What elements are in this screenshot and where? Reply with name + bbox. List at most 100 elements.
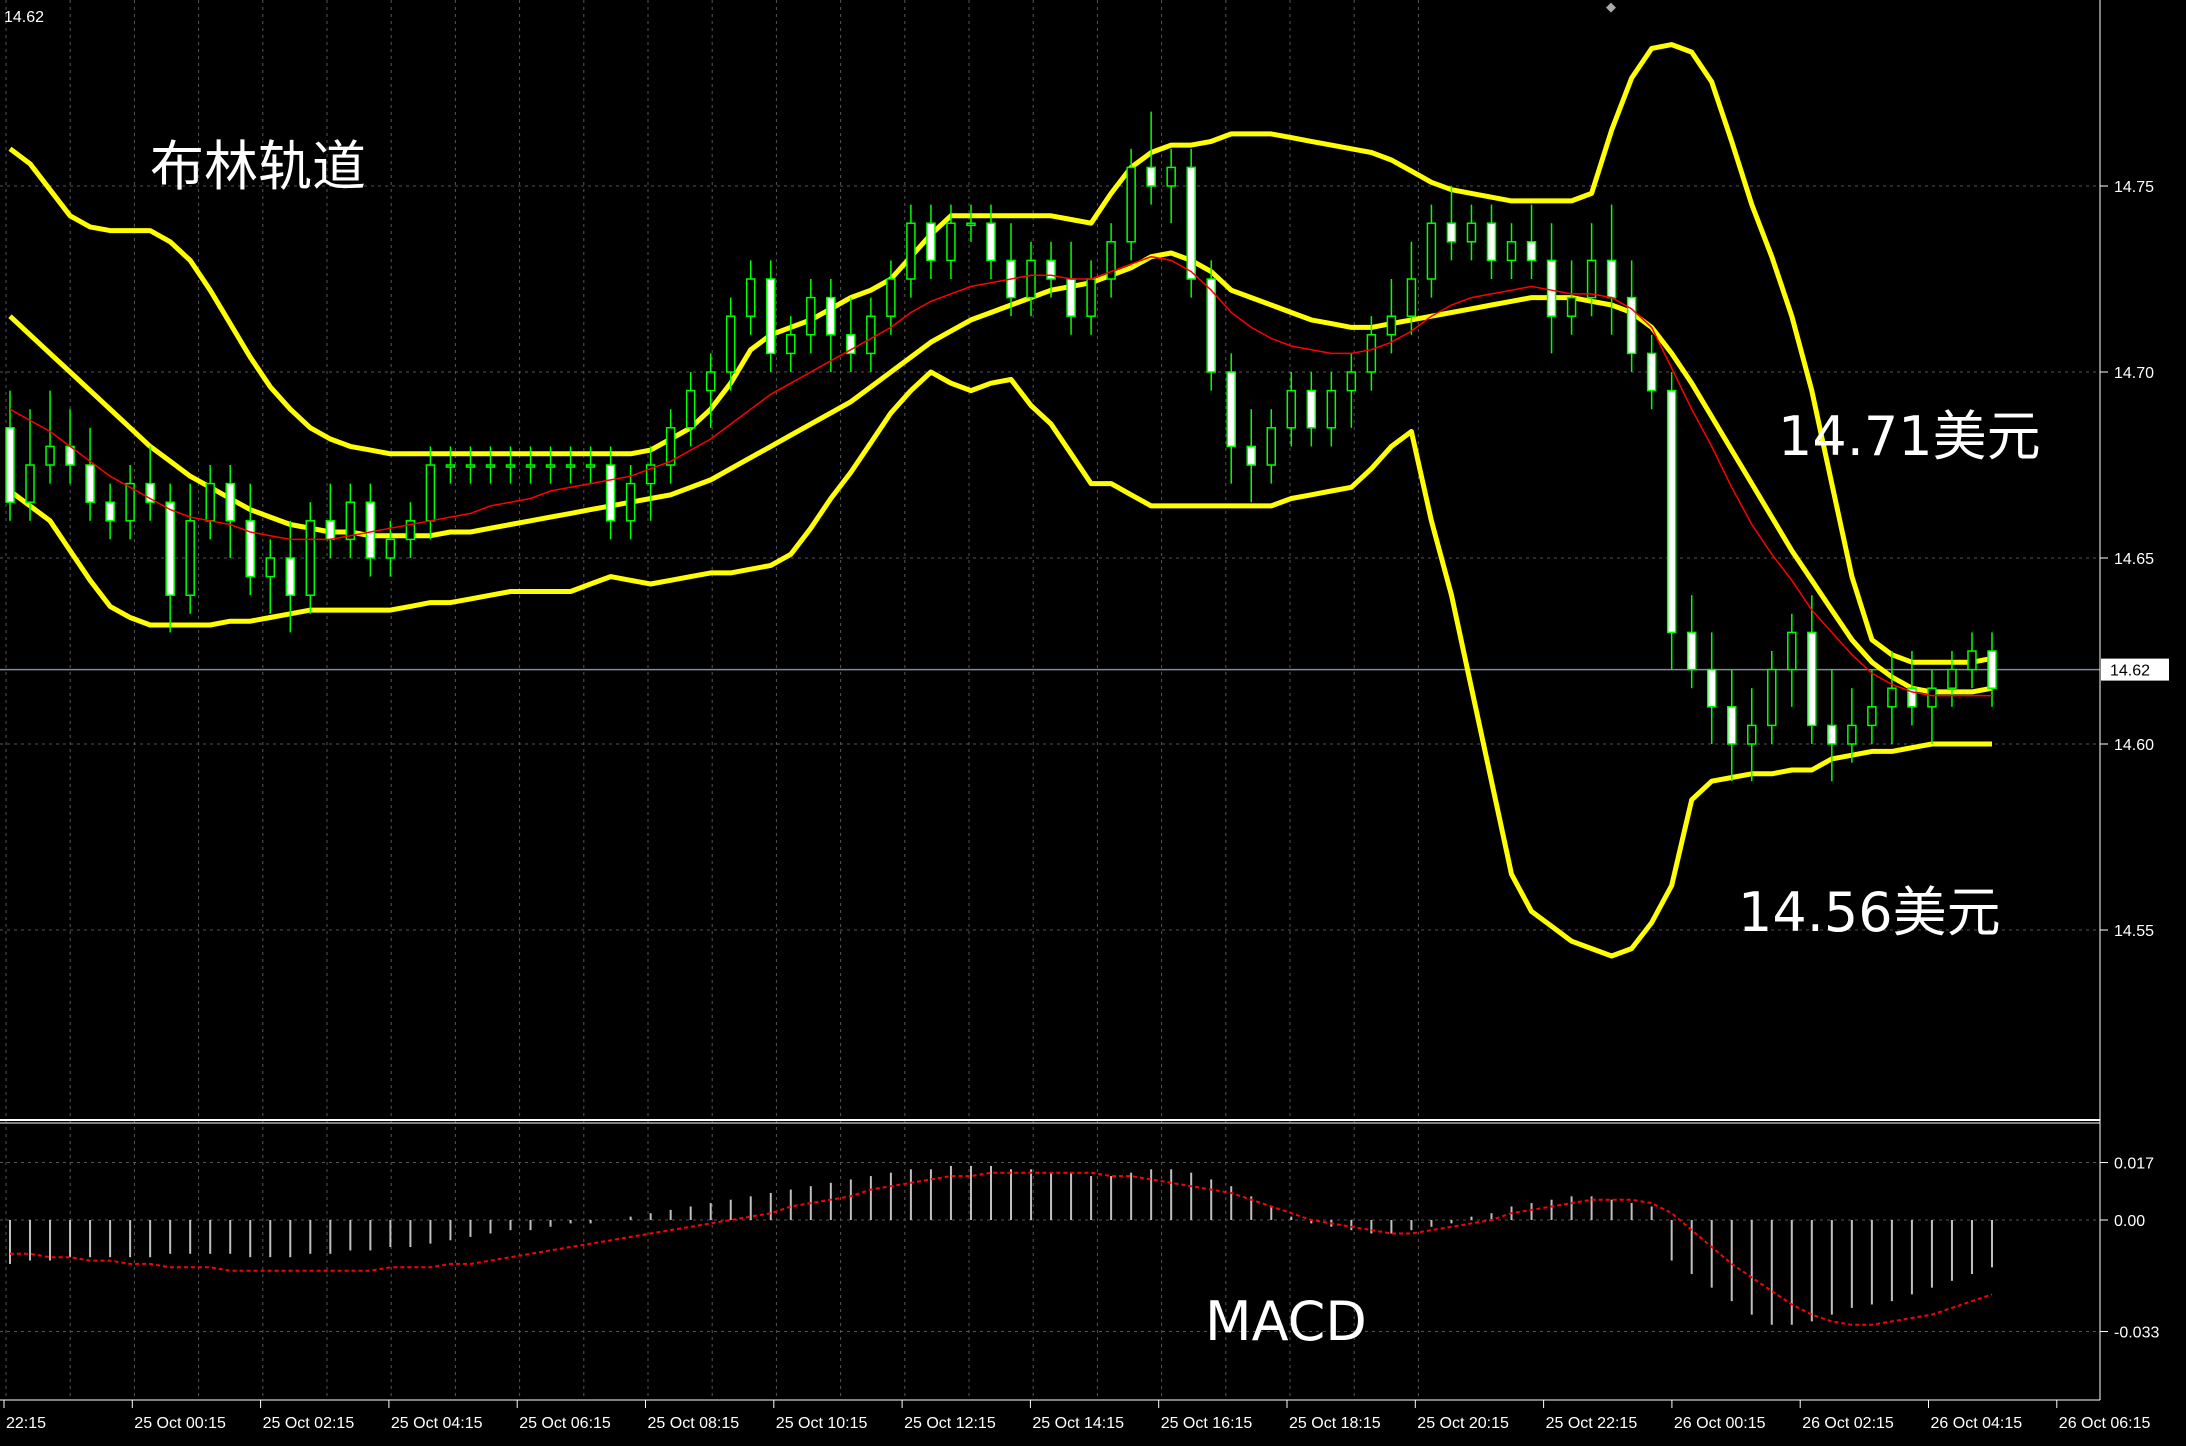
candle-body [245, 520, 255, 578]
candle-body [1626, 296, 1637, 355]
candle-body [325, 520, 336, 541]
x-tick-label: 25 Oct 18:15 [1289, 1415, 1381, 1432]
candle-body [1226, 371, 1236, 448]
candle-body [1686, 631, 1697, 671]
candle-body [85, 464, 95, 503]
candle-body [1526, 241, 1537, 262]
candle-body [1807, 631, 1817, 727]
current-price-label: 14.62 [2110, 663, 2150, 680]
candle-body [365, 501, 376, 559]
macd-y-tick-label: 0.017 [2114, 1156, 2154, 1173]
candle-body [1546, 259, 1557, 317]
y-tick-label: 14.65 [2114, 551, 2154, 568]
x-tick-label: 25 Oct 16:15 [1161, 1415, 1253, 1432]
candle-body [1286, 389, 1297, 429]
top-left-price: 14.62 [4, 9, 44, 26]
macd-y-tick-label: 0.00 [2114, 1213, 2145, 1230]
candle-body [806, 296, 816, 336]
candle-body [1747, 724, 1757, 745]
candle-body [1726, 706, 1737, 745]
candle-body [1586, 259, 1597, 299]
candle-body [1066, 278, 1076, 317]
candle-body [1026, 259, 1036, 299]
candle-body [1126, 166, 1136, 243]
x-tick-label: 25 Oct 22:15 [1546, 1415, 1638, 1432]
candle-body [1646, 352, 1657, 392]
candle-body [1086, 278, 1096, 317]
candle-body [5, 427, 15, 503]
candle-body [1767, 668, 1777, 727]
x-tick-label: 25 Oct 14:15 [1032, 1415, 1124, 1432]
candle-body [545, 464, 556, 468]
x-tick-label: 22:15 [6, 1415, 46, 1432]
macd-label: MACD [1205, 1290, 1367, 1353]
candle-body [1827, 724, 1837, 745]
candle-body [605, 464, 616, 522]
candle-body [1466, 222, 1477, 243]
candle-body [705, 371, 716, 392]
candle-body [1987, 650, 1997, 689]
candle-body [1787, 631, 1797, 671]
candle-body [1346, 371, 1357, 392]
candle-body [926, 222, 936, 262]
candle-body [465, 464, 476, 468]
candle-body [225, 482, 235, 522]
candle-body [25, 464, 35, 503]
candle-body [725, 315, 736, 373]
candle-body [505, 464, 516, 468]
candle-body [165, 501, 175, 596]
x-tick-label: 26 Oct 06:15 [2059, 1415, 2151, 1432]
y-tick-label: 14.55 [2114, 923, 2154, 940]
x-tick-label: 26 Oct 04:15 [1931, 1415, 2023, 1432]
y-tick-label: 14.70 [2114, 365, 2154, 382]
candle-body [1706, 668, 1717, 708]
candle-body [685, 389, 696, 429]
macd-y-tick-label: -0.033 [2114, 1325, 2159, 1342]
candle-body [585, 464, 596, 468]
candle-body [445, 464, 456, 468]
candle-body [745, 278, 756, 317]
chart-title: 布林轨道 [150, 135, 366, 198]
x-tick-label: 25 Oct 10:15 [776, 1415, 868, 1432]
candle-body [1306, 389, 1317, 429]
candle-body [786, 334, 796, 355]
candle-body [1366, 334, 1377, 373]
candle-body [1506, 241, 1517, 262]
candle-body [565, 464, 576, 468]
candle-body [1426, 222, 1437, 280]
shift-marker-icon[interactable]: ◆ [1606, 0, 1616, 15]
candle-body [425, 464, 436, 522]
candle-body [525, 464, 536, 468]
candle-body [1867, 706, 1877, 727]
candle-body [345, 501, 356, 541]
candle-body [1166, 166, 1176, 187]
candle-body [766, 278, 776, 355]
candle-body [1566, 296, 1577, 317]
lower-band-annotation: 14.56美元 [1738, 881, 2001, 944]
candle-body [866, 315, 876, 355]
upper-band-annotation: 14.71美元 [1778, 405, 2041, 468]
candle-body [1246, 445, 1257, 466]
candle-body [886, 278, 896, 317]
candle-body [1186, 166, 1196, 280]
candle-body [1486, 222, 1497, 262]
x-tick-label: 25 Oct 12:15 [904, 1415, 996, 1432]
candle-body [1666, 389, 1677, 634]
candle-body [1406, 278, 1417, 317]
candle-body [205, 482, 215, 522]
y-tick-label: 14.60 [2114, 737, 2154, 754]
candle-body [1266, 427, 1277, 466]
candle-body [1326, 389, 1337, 429]
candle-body [946, 222, 956, 262]
price-chart: 14.75 14.70 14.65 14.60 14.55 0.017 0.00 -0.033… [0, 0, 2186, 1446]
candle-body [1887, 687, 1897, 708]
x-tick-label: 25 Oct 02:15 [263, 1415, 355, 1432]
x-tick-label: 25 Oct 20:15 [1417, 1415, 1509, 1432]
candle-body [1927, 687, 1937, 708]
candle-body [1606, 259, 1617, 299]
candle-body [826, 296, 836, 336]
candle-body [966, 222, 976, 226]
candle-body [1847, 724, 1857, 745]
x-tick-label: 26 Oct 00:15 [1674, 1415, 1766, 1432]
candle-body [45, 445, 55, 466]
